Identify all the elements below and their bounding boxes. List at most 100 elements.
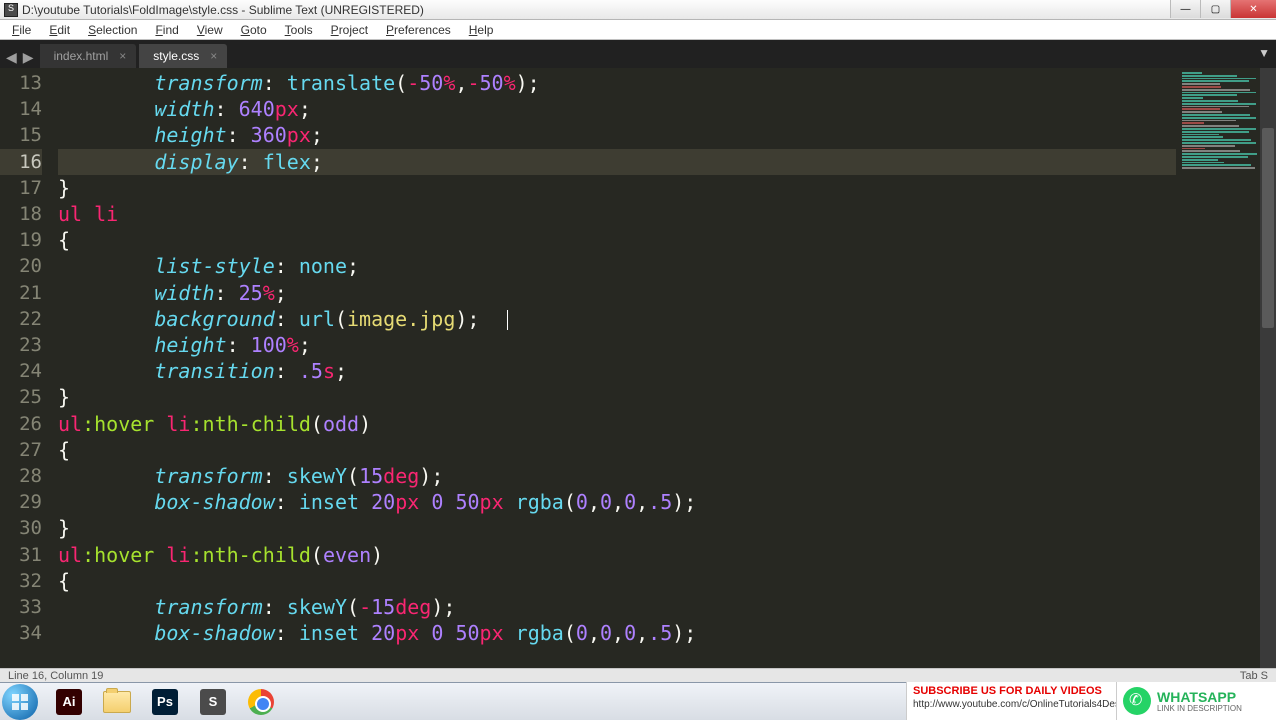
- code-line[interactable]: ul:hover li:nth-child(odd): [58, 411, 1176, 437]
- minimap-line: [1182, 164, 1251, 166]
- minimap-line: [1182, 145, 1235, 147]
- code-line[interactable]: display: flex;: [58, 149, 1176, 175]
- menu-bar: FileEditSelectionFindViewGotoToolsProjec…: [0, 20, 1276, 40]
- line-number[interactable]: 14: [0, 96, 42, 122]
- line-number[interactable]: 15: [0, 122, 42, 148]
- line-number[interactable]: 13: [0, 70, 42, 96]
- line-number[interactable]: 24: [0, 358, 42, 384]
- line-number[interactable]: 20: [0, 253, 42, 279]
- start-button[interactable]: [2, 684, 38, 720]
- vertical-scrollbar[interactable]: [1260, 68, 1276, 668]
- taskbar-sublime[interactable]: S: [190, 685, 236, 719]
- line-number[interactable]: 31: [0, 542, 42, 568]
- line-number[interactable]: 17: [0, 175, 42, 201]
- tab-nav-arrows[interactable]: ◀ ▶: [0, 49, 40, 68]
- code-line[interactable]: }: [58, 384, 1176, 410]
- code-line[interactable]: list-style: none;: [58, 253, 1176, 279]
- minimize-button[interactable]: —: [1170, 0, 1200, 18]
- line-number[interactable]: 33: [0, 594, 42, 620]
- line-number[interactable]: 19: [0, 227, 42, 253]
- minimap-line: [1182, 128, 1256, 130]
- tab-style-css[interactable]: style.css×: [139, 44, 227, 68]
- minimap-line: [1182, 111, 1222, 113]
- menu-tools[interactable]: Tools: [277, 21, 321, 39]
- code-line[interactable]: {: [58, 568, 1176, 594]
- taskbar-chrome[interactable]: [238, 685, 284, 719]
- minimap-line: [1182, 131, 1249, 133]
- code-line[interactable]: background: url(image.jpg);: [58, 306, 1176, 332]
- scrollbar-thumb[interactable]: [1262, 128, 1274, 328]
- code-line[interactable]: ul:hover li:nth-child(even): [58, 542, 1176, 568]
- whatsapp-banner: WHATSAPP LINK IN DESCRIPTION: [1116, 682, 1276, 720]
- menu-find[interactable]: Find: [147, 21, 186, 39]
- menu-selection[interactable]: Selection: [80, 21, 145, 39]
- tab-strip: ◀ ▶ index.html×style.css× ▼: [0, 40, 1276, 68]
- minimap-line: [1182, 125, 1239, 127]
- subscribe-line2: http://www.youtube.com/c/OnlineTutorials…: [913, 699, 1110, 712]
- tab-index-html[interactable]: index.html×: [40, 44, 137, 68]
- code-line[interactable]: width: 25%;: [58, 280, 1176, 306]
- menu-view[interactable]: View: [189, 21, 231, 39]
- taskbar-photoshop[interactable]: Ps: [142, 685, 188, 719]
- line-number[interactable]: 30: [0, 515, 42, 541]
- line-number[interactable]: 25: [0, 384, 42, 410]
- code-line[interactable]: transform: translate(-50%,-50%);: [58, 70, 1176, 96]
- nav-back-icon[interactable]: ◀: [6, 49, 17, 66]
- minimap-line: [1182, 75, 1237, 77]
- line-number[interactable]: 32: [0, 568, 42, 594]
- line-number[interactable]: 18: [0, 201, 42, 227]
- line-number[interactable]: 27: [0, 437, 42, 463]
- menu-project[interactable]: Project: [323, 21, 376, 39]
- code-line[interactable]: {: [58, 437, 1176, 463]
- code-line[interactable]: width: 640px;: [58, 96, 1176, 122]
- code-line[interactable]: }: [58, 175, 1176, 201]
- close-button[interactable]: ✕: [1230, 0, 1276, 18]
- code-line[interactable]: box-shadow: inset 20px 0 50px rgba(0,0,0…: [58, 620, 1176, 646]
- minimap-line: [1182, 142, 1256, 144]
- minimap-line: [1182, 122, 1204, 124]
- line-number[interactable]: 21: [0, 280, 42, 306]
- code-line[interactable]: transition: .5s;: [58, 358, 1176, 384]
- line-number-gutter[interactable]: 1314151617181920212223242526272829303132…: [0, 68, 52, 668]
- taskbar-illustrator[interactable]: Ai: [46, 685, 92, 719]
- code-line[interactable]: transform: skewY(15deg);: [58, 463, 1176, 489]
- minimap-line: [1182, 114, 1250, 116]
- minimap-line: [1182, 89, 1250, 91]
- nav-forward-icon[interactable]: ▶: [23, 49, 34, 66]
- code-line[interactable]: height: 100%;: [58, 332, 1176, 358]
- line-number[interactable]: 34: [0, 620, 42, 646]
- taskbar-explorer[interactable]: [94, 685, 140, 719]
- whatsapp-title: WHATSAPP: [1157, 690, 1242, 704]
- maximize-button[interactable]: ▢: [1200, 0, 1230, 18]
- code-line[interactable]: ul li: [58, 201, 1176, 227]
- code-editor[interactable]: transform: translate(-50%,-50%); width: …: [52, 68, 1176, 668]
- line-number[interactable]: 26: [0, 411, 42, 437]
- minimap-line: [1182, 136, 1223, 138]
- menu-preferences[interactable]: Preferences: [378, 21, 459, 39]
- code-line[interactable]: box-shadow: inset 20px 0 50px rgba(0,0,0…: [58, 489, 1176, 515]
- line-number[interactable]: 22: [0, 306, 42, 332]
- minimap-line: [1182, 97, 1203, 99]
- code-line[interactable]: transform: skewY(-15deg);: [58, 594, 1176, 620]
- code-line[interactable]: height: 360px;: [58, 122, 1176, 148]
- status-bar: Line 16, Column 19 Tab S: [0, 668, 1276, 682]
- line-number[interactable]: 16: [0, 149, 42, 175]
- menu-goto[interactable]: Goto: [233, 21, 275, 39]
- tab-close-icon[interactable]: ×: [119, 49, 126, 63]
- text-cursor: [507, 310, 508, 330]
- tab-menu-dropdown-icon[interactable]: ▼: [1258, 46, 1270, 60]
- menu-help[interactable]: Help: [461, 21, 502, 39]
- minimap-line: [1182, 162, 1224, 164]
- code-line[interactable]: {: [58, 227, 1176, 253]
- windows-taskbar: Ai Ps S SUBSCRIBE US FOR DAILY VIDEOS ht…: [0, 682, 1276, 720]
- menu-edit[interactable]: Edit: [41, 21, 78, 39]
- line-number[interactable]: 28: [0, 463, 42, 489]
- tab-close-icon[interactable]: ×: [210, 49, 217, 63]
- line-number[interactable]: 23: [0, 332, 42, 358]
- tabs-container: index.html×style.css×: [40, 44, 231, 68]
- minimap-line: [1182, 159, 1218, 161]
- line-number[interactable]: 29: [0, 489, 42, 515]
- minimap-line: [1182, 78, 1256, 80]
- code-line[interactable]: }: [58, 515, 1176, 541]
- menu-file[interactable]: File: [4, 21, 39, 39]
